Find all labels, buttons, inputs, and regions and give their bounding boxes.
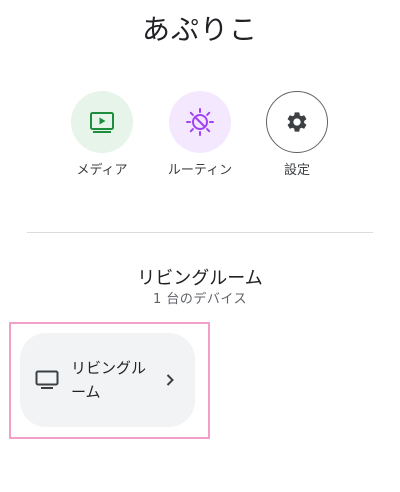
routine-sun-icon [186, 108, 214, 136]
quick-actions: メディア ルーティン 設定 [0, 91, 400, 191]
device-label: リビングルーム [71, 359, 147, 401]
tv-icon [35, 370, 59, 389]
settings-label: 設定 [283, 163, 310, 178]
room-device-count: 1 台のデバイス [152, 292, 247, 307]
media-button[interactable]: メディア [57, 91, 147, 180]
room-name: リビングルーム [137, 268, 263, 289]
device-card-living-room[interactable]: リビングルーム [20, 333, 195, 427]
routine-button[interactable]: ルーティン [155, 91, 245, 180]
chevron-right-icon [166, 374, 174, 386]
gear-icon [287, 112, 307, 132]
settings-icon-circle[interactable] [266, 91, 328, 153]
page-title: あぷりこ [141, 13, 258, 46]
settings-button[interactable]: 設定 [252, 91, 342, 180]
routine-icon-circle[interactable] [169, 91, 231, 153]
section-divider [27, 232, 373, 233]
media-label: メディア [76, 163, 128, 178]
room-header: リビングルーム 1 台のデバイス [0, 266, 400, 308]
media-icon-circle[interactable] [71, 91, 133, 153]
media-play-icon [90, 112, 114, 133]
home-screen: あぷりこ メディア ルーティン 設定 リビングルーム 1 台のデバイス リビング… [0, 0, 400, 492]
routine-label: ルーティン [167, 163, 233, 178]
